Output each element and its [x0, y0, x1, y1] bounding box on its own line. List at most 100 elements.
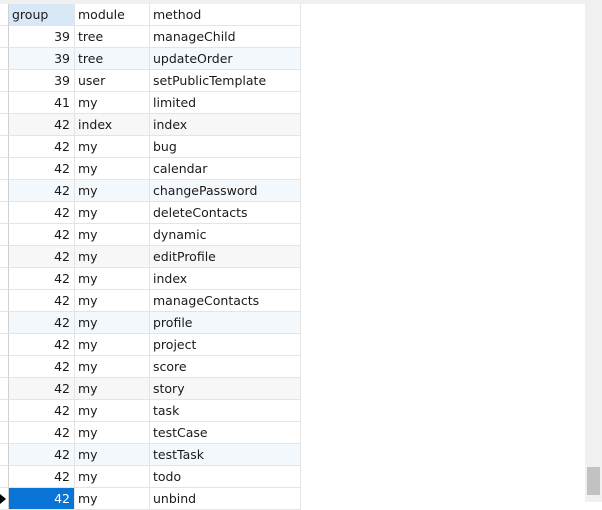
cell-method[interactable]: project [150, 334, 301, 356]
row-indicator[interactable] [0, 202, 9, 224]
table-row[interactable]: 42 my profile [0, 312, 301, 334]
cell-group[interactable]: 42 [9, 246, 75, 268]
vertical-scrollbar[interactable] [585, 0, 602, 502]
cell-group[interactable]: 42 [9, 136, 75, 158]
row-indicator[interactable] [0, 312, 9, 334]
row-indicator[interactable] [0, 246, 9, 268]
cell-module[interactable]: my [75, 378, 150, 400]
cell-method[interactable]: task [150, 400, 301, 422]
cell-group[interactable]: 41 [9, 92, 75, 114]
cell-group[interactable]: 39 [9, 70, 75, 92]
cell-group[interactable]: 42 [9, 158, 75, 180]
cell-group[interactable]: 42 [9, 268, 75, 290]
cell-module[interactable]: my [75, 268, 150, 290]
column-header-module[interactable]: module [75, 4, 150, 26]
table-row[interactable]: 39 user setPublicTemplate [0, 70, 301, 92]
table-row[interactable]: 41 my limited [0, 92, 301, 114]
cell-method[interactable]: unbind [150, 488, 301, 510]
cell-module[interactable]: my [75, 422, 150, 444]
cell-method[interactable]: changePassword [150, 180, 301, 202]
cell-method[interactable]: editProfile [150, 246, 301, 268]
table-row[interactable]: 39 tree manageChild [0, 26, 301, 48]
cell-method[interactable]: manageContacts [150, 290, 301, 312]
cell-module[interactable]: my [75, 224, 150, 246]
cell-module[interactable]: my [75, 202, 150, 224]
row-indicator[interactable] [0, 268, 9, 290]
cell-group[interactable]: 42 [9, 378, 75, 400]
cell-group[interactable]: 42 [9, 356, 75, 378]
cell-method[interactable]: bug [150, 136, 301, 158]
cell-group[interactable]: 42 [9, 180, 75, 202]
row-indicator[interactable] [0, 224, 9, 246]
table-row[interactable]: 42 my unbind [0, 488, 301, 510]
row-indicator[interactable] [0, 114, 9, 136]
row-indicator[interactable] [0, 26, 9, 48]
cell-method[interactable]: calendar [150, 158, 301, 180]
cell-group[interactable]: 39 [9, 48, 75, 70]
cell-group[interactable]: 42 [9, 312, 75, 334]
table-row[interactable]: 42 my editProfile [0, 246, 301, 268]
cell-method[interactable]: profile [150, 312, 301, 334]
cell-group[interactable]: 42 [9, 290, 75, 312]
row-indicator[interactable] [0, 136, 9, 158]
cell-method[interactable]: index [150, 268, 301, 290]
cell-group[interactable]: 42 [9, 422, 75, 444]
row-indicator[interactable] [0, 92, 9, 114]
cell-method[interactable]: index [150, 114, 301, 136]
cell-module[interactable]: my [75, 488, 150, 510]
table-row[interactable]: 42 my manageContacts [0, 290, 301, 312]
cell-module[interactable]: my [75, 444, 150, 466]
row-indicator[interactable] [0, 400, 9, 422]
row-indicator[interactable] [0, 334, 9, 356]
cell-method[interactable]: limited [150, 92, 301, 114]
cell-method[interactable]: todo [150, 466, 301, 488]
cell-method[interactable]: manageChild [150, 26, 301, 48]
cell-method[interactable]: testTask [150, 444, 301, 466]
cell-group[interactable]: 39 [9, 26, 75, 48]
cell-module[interactable]: my [75, 136, 150, 158]
cell-module[interactable]: my [75, 356, 150, 378]
column-header-group[interactable]: group [9, 4, 75, 26]
table-row[interactable]: 42 my testCase [0, 422, 301, 444]
row-indicator[interactable] [0, 488, 9, 510]
table-row[interactable]: 42 my score [0, 356, 301, 378]
cell-method[interactable]: dynamic [150, 224, 301, 246]
cell-module[interactable]: my [75, 290, 150, 312]
table-row[interactable]: 42 my project [0, 334, 301, 356]
cell-method[interactable]: testCase [150, 422, 301, 444]
cell-module[interactable]: my [75, 92, 150, 114]
cell-module[interactable]: my [75, 312, 150, 334]
scrollbar-thumb[interactable] [587, 467, 600, 495]
cell-module[interactable]: tree [75, 48, 150, 70]
cell-group[interactable]: 42 [9, 224, 75, 246]
row-indicator[interactable] [0, 466, 9, 488]
table-row[interactable]: 39 tree updateOrder [0, 48, 301, 70]
cell-method[interactable]: setPublicTemplate [150, 70, 301, 92]
row-indicator[interactable] [0, 70, 9, 92]
table-row[interactable]: 42 my calendar [0, 158, 301, 180]
table-row[interactable]: 42 my changePassword [0, 180, 301, 202]
table-row[interactable]: 42 my deleteContacts [0, 202, 301, 224]
cell-group[interactable]: 42 [9, 334, 75, 356]
table-row[interactable]: 42 my bug [0, 136, 301, 158]
cell-method[interactable]: deleteContacts [150, 202, 301, 224]
cell-module[interactable]: my [75, 400, 150, 422]
cell-group[interactable]: 42 [9, 400, 75, 422]
table-row[interactable]: 42 my testTask [0, 444, 301, 466]
table-row[interactable]: 42 my task [0, 400, 301, 422]
table-row[interactable]: 42 my dynamic [0, 224, 301, 246]
cell-group[interactable]: 42 [9, 114, 75, 136]
table-row[interactable]: 42 my index [0, 268, 301, 290]
cell-method[interactable]: updateOrder [150, 48, 301, 70]
cell-module[interactable]: my [75, 246, 150, 268]
table-row[interactable]: 42 index index [0, 114, 301, 136]
cell-module[interactable]: my [75, 334, 150, 356]
row-indicator[interactable] [0, 290, 9, 312]
row-indicator[interactable] [0, 444, 9, 466]
row-indicator[interactable] [0, 378, 9, 400]
cell-module[interactable]: index [75, 114, 150, 136]
table-row[interactable]: 42 my story [0, 378, 301, 400]
row-indicator[interactable] [0, 158, 9, 180]
cell-group[interactable]: 42 [9, 466, 75, 488]
cell-module[interactable]: my [75, 466, 150, 488]
